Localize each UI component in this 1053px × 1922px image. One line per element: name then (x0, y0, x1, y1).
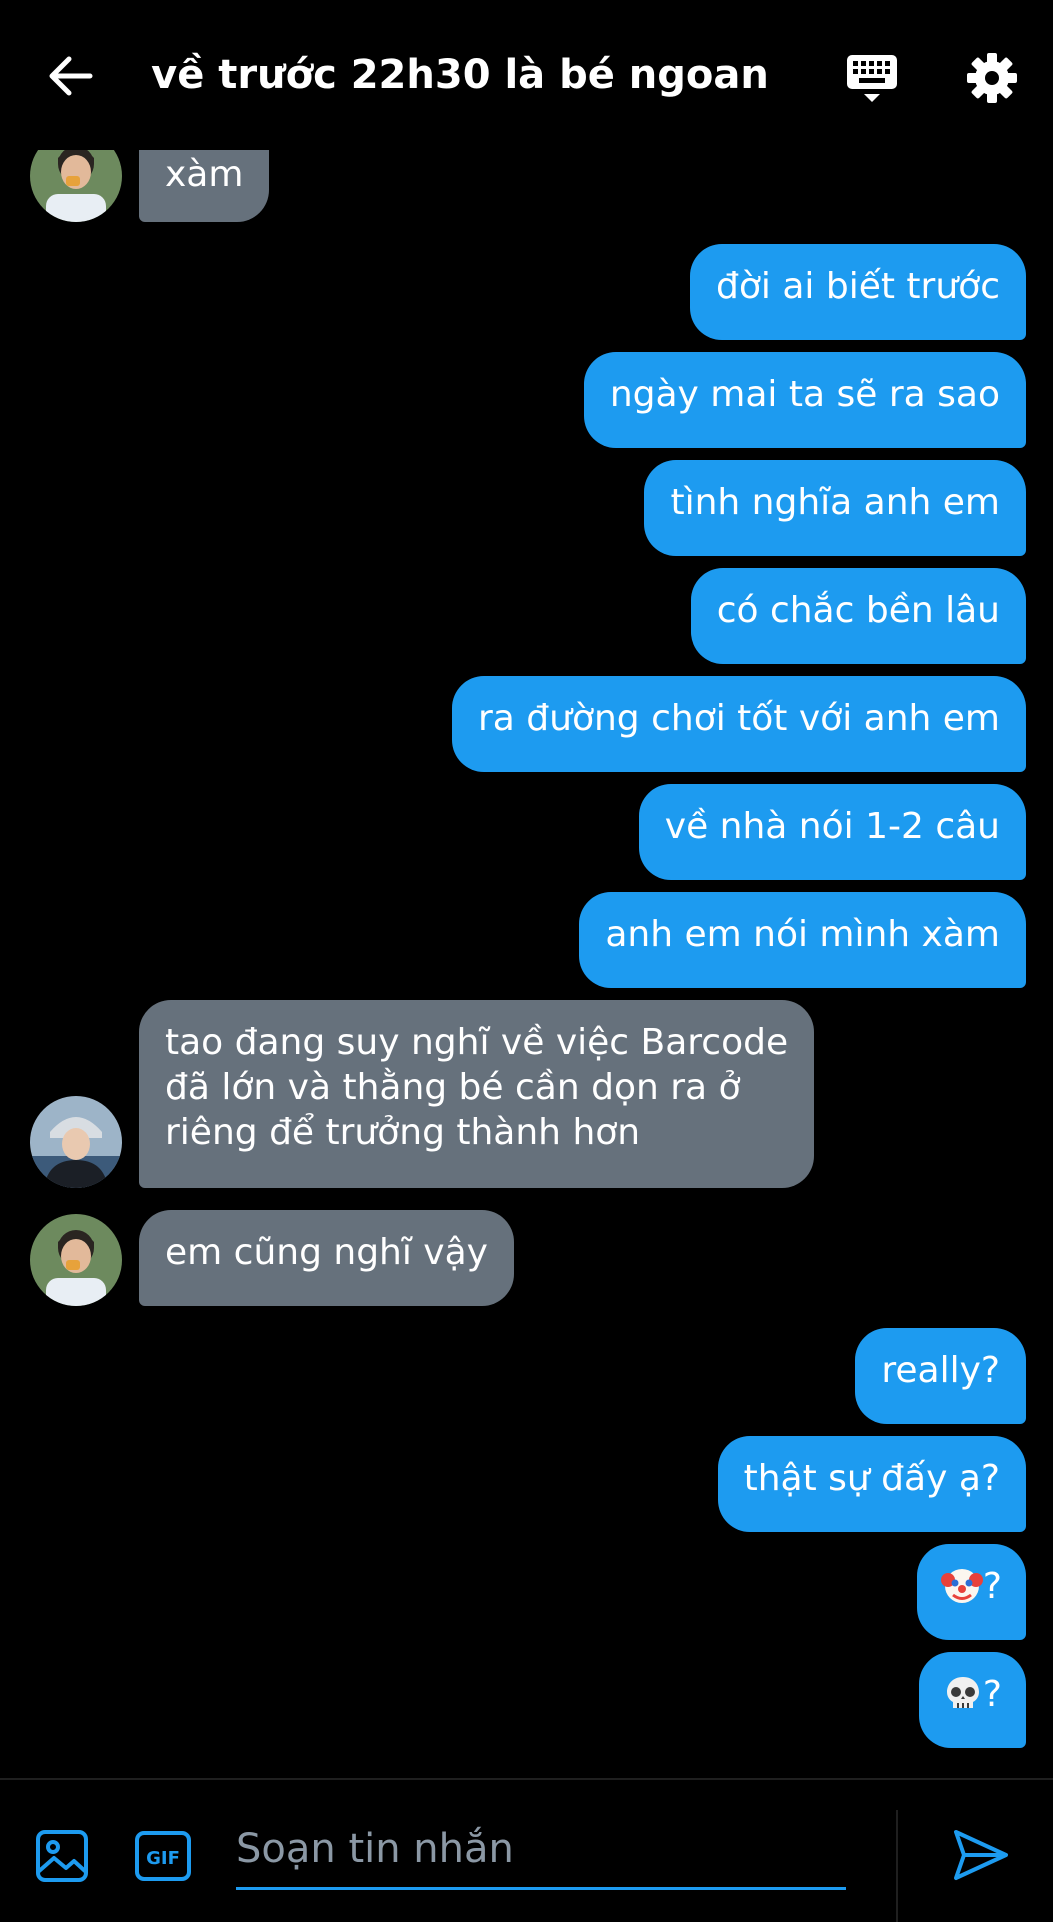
clown-face-emoji (940, 1569, 983, 1603)
outgoing-message[interactable]: thật sự đấy ạ? (717, 1436, 1026, 1532)
add-media-button[interactable] (34, 1828, 90, 1884)
incoming-message[interactable]: em cũng nghĩ vậy (139, 1210, 514, 1306)
gif-icon: GIF (135, 1831, 191, 1881)
send-icon (954, 1830, 1008, 1880)
message-text: có chắc bền lâu (716, 590, 1000, 631)
avatar-photo (30, 1096, 122, 1188)
outgoing-message[interactable]: ngày mai ta sẽ ra sao (583, 352, 1026, 448)
outgoing-message[interactable]: ? (916, 1544, 1026, 1640)
outgoing-message[interactable]: ra đường chơi tốt với anh em (451, 676, 1026, 772)
message-text: ? (982, 1674, 1002, 1715)
message-composer: GIF (0, 1778, 1053, 1922)
settings-button[interactable] (960, 46, 1024, 110)
message-text: ? (982, 1566, 1002, 1607)
keyboard-button[interactable] (840, 46, 904, 110)
composer-divider (896, 1810, 898, 1922)
message-line: tao đang suy nghĩ về việc Barcode (165, 1022, 789, 1063)
message-text: thật sự đấy ạ? (743, 1458, 1000, 1499)
outgoing-message[interactable]: về nhà nói 1-2 câu (638, 784, 1026, 880)
message-line: riêng để trưởng thành hơn (165, 1112, 641, 1153)
image-icon (36, 1830, 88, 1882)
message-text: về nhà nói 1-2 câu (664, 806, 1000, 847)
avatar-photo (30, 1214, 122, 1306)
outgoing-message[interactable]: ? (918, 1652, 1026, 1748)
message-text: tình nghĩa anh em (670, 482, 1000, 523)
keyboard-icon (847, 55, 897, 102)
skull-emoji (946, 1677, 979, 1708)
outgoing-message[interactable]: anh em nói mình xàm (579, 892, 1026, 988)
outgoing-message[interactable]: tình nghĩa anh em (644, 460, 1026, 556)
compose-message-input[interactable] (236, 1810, 846, 1890)
gif-button[interactable]: GIF (134, 1828, 192, 1884)
avatar[interactable] (30, 1214, 122, 1306)
incoming-message[interactable]: tao đang suy nghĩ về việc Barcode đã lớn… (139, 1000, 815, 1188)
conversation-title[interactable]: về trước 22h30 là bé ngoan (140, 40, 780, 110)
avatar[interactable] (30, 1096, 122, 1188)
message-text: really? (881, 1350, 1000, 1391)
message-text: ra đường chơi tốt với anh em (477, 698, 1000, 739)
message-text: xàm (165, 154, 244, 195)
message-text: đời ai biết trước (716, 266, 1000, 307)
message-line: đã lớn và thằng bé cần dọn ra ở (165, 1067, 741, 1108)
outgoing-message[interactable]: đời ai biết trước (690, 244, 1026, 340)
outgoing-message[interactable]: really? (855, 1328, 1026, 1424)
arrow-left-icon (49, 56, 93, 96)
back-button[interactable] (40, 46, 100, 106)
outgoing-message[interactable]: có chắc bền lâu (690, 568, 1026, 664)
conversation-header: về trước 22h30 là bé ngoan (0, 0, 1053, 150)
message-text: anh em nói mình xàm (605, 914, 1000, 955)
message-text: ngày mai ta sẽ ra sao (609, 374, 1000, 415)
send-button[interactable] (950, 1824, 1012, 1886)
gear-icon (967, 53, 1017, 103)
gif-label: GIF (146, 1848, 180, 1869)
message-text: em cũng nghĩ vậy (165, 1232, 488, 1273)
